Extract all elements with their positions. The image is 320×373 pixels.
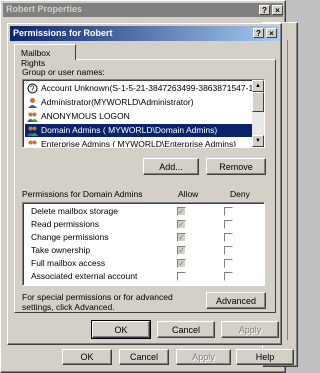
permission-name: Associated external account: [31, 271, 138, 281]
outer-ok-button[interactable]: OK: [62, 349, 112, 365]
background-divider: [287, 40, 288, 340]
dialog-titlebar: Permissions for Robert ? ×: [10, 26, 279, 41]
deny-checkbox[interactable]: [224, 207, 233, 216]
permission-name: Delete mailbox storage: [31, 206, 118, 216]
outer-title: Robert Properties: [6, 4, 83, 14]
allow-column-header: Allow: [178, 189, 199, 199]
permission-name: Take ownership: [31, 245, 91, 255]
deny-checkbox[interactable]: [224, 233, 233, 242]
deny-checkbox[interactable]: [224, 246, 233, 255]
list-item[interactable]: Enterprise Admins ( MYWORLD\Enterprise A…: [25, 138, 264, 148]
advanced-note: For special permissions or for advanced …: [22, 292, 173, 312]
scroll-thumb[interactable]: [252, 92, 264, 112]
list-item-selected[interactable]: Domain Admins ( MYWORLD\Domain Admins): [25, 124, 264, 137]
ok-button-label: OK: [114, 324, 128, 335]
unknown-user-icon: ?: [27, 83, 38, 94]
advanced-button[interactable]: Advanced: [206, 292, 266, 309]
allow-checkbox[interactable]: ✓: [177, 246, 186, 255]
tab-label: Mailbox Rights: [21, 48, 51, 68]
group-icon: [27, 126, 38, 136]
tab-panel: Group or user names: ? Account Unknown(S…: [14, 59, 276, 313]
list-item[interactable]: ? Account Unknown(S-1-5-21-3847263499-38…: [25, 82, 264, 95]
list-item-label: Enterprise Admins ( MYWORLD\Enterprise A…: [41, 139, 237, 148]
deny-checkbox[interactable]: [224, 272, 233, 281]
list-item-label: Domain Admins ( MYWORLD\Domain Admins): [41, 125, 218, 135]
scroll-down-arrow-icon[interactable]: ▼: [252, 135, 264, 147]
permission-row: Take ownership: [31, 244, 90, 256]
outer-titlebar: Robert Properties ? ×: [3, 3, 283, 17]
group-icon: [27, 112, 38, 122]
permission-row: Associated external account: [31, 270, 137, 282]
list-item[interactable]: ANONYMOUS LOGON: [25, 110, 264, 123]
permission-name: Full mailbox access: [31, 258, 106, 268]
outer-apply-button[interactable]: Apply: [176, 349, 231, 365]
add-button-label: Add...: [159, 161, 183, 172]
group-icon: [28, 140, 37, 145]
permissions-dialog: Permissions for Robert ? × Mailbox Right…: [7, 23, 282, 345]
outer-help-bottom-button[interactable]: Help: [236, 349, 294, 365]
allow-checkbox[interactable]: ✓: [177, 233, 186, 242]
outer-cancel-button[interactable]: Cancel: [119, 349, 169, 365]
svg-text:?: ?: [30, 85, 35, 94]
permission-row: Read permissions: [31, 218, 99, 230]
allow-checkbox[interactable]: ✓: [177, 259, 186, 268]
allow-checkbox[interactable]: ✓: [177, 207, 186, 216]
remove-button[interactable]: Remove: [206, 158, 266, 175]
permission-row: Full mailbox access: [31, 257, 105, 269]
dialog-close-button[interactable]: ×: [266, 28, 277, 38]
outer-help-button[interactable]: ?: [259, 5, 270, 15]
apply-button[interactable]: Apply: [221, 321, 279, 338]
add-button[interactable]: Add...: [143, 158, 199, 175]
permissions-list: Delete mailbox storage ✓ Read permission…: [22, 202, 265, 286]
list-item-label: Administrator(MYWORLD\Administrator): [41, 97, 194, 107]
list-item-label: ANONYMOUS LOGON: [41, 111, 130, 121]
deny-column-header: Deny: [230, 189, 250, 199]
deny-checkbox[interactable]: [224, 259, 233, 268]
user-list-scrollbar[interactable]: ▲ ▼: [252, 80, 264, 147]
tab-mailbox-rights[interactable]: Mailbox Rights: [14, 44, 76, 68]
group-label: Group or user names:: [22, 67, 105, 77]
deny-checkbox[interactable]: [224, 220, 233, 229]
permission-name: Change permissions: [31, 232, 109, 242]
user-list[interactable]: ? Account Unknown(S-1-5-21-3847263499-38…: [22, 79, 265, 148]
allow-checkbox[interactable]: ✓: [177, 220, 186, 229]
dialog-title: Permissions for Robert: [13, 28, 113, 38]
apply-button-label: Apply: [238, 324, 262, 335]
ok-button[interactable]: OK: [91, 320, 151, 339]
permission-row: Change permissions: [31, 231, 108, 243]
permission-name: Read permissions: [31, 219, 100, 229]
list-item[interactable]: Administrator(MYWORLD\Administrator): [25, 96, 264, 109]
scroll-up-arrow-icon[interactable]: ▲: [252, 80, 264, 92]
outer-close-button[interactable]: ×: [272, 5, 283, 15]
permissions-label: Permissions for Domain Admins: [22, 189, 143, 199]
cancel-button[interactable]: Cancel: [157, 321, 215, 338]
allow-checkbox[interactable]: [177, 272, 186, 281]
list-item-label: Account Unknown(S-1-5-21-3847263499-3863…: [41, 83, 261, 93]
user-icon: [28, 98, 37, 108]
remove-button-label: Remove: [219, 161, 253, 172]
advanced-button-label: Advanced: [215, 295, 257, 306]
cancel-button-label: Cancel: [171, 324, 200, 335]
dialog-help-button[interactable]: ?: [253, 28, 264, 38]
permission-row: Delete mailbox storage: [31, 205, 118, 217]
